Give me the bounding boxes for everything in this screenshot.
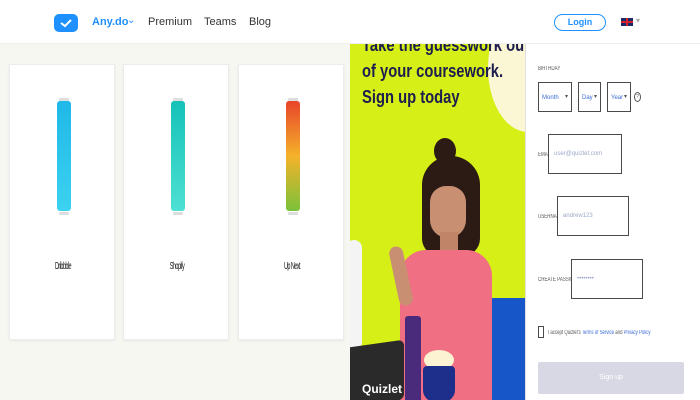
signup-button[interactable]: Sign up	[538, 362, 684, 394]
year-value: Year	[611, 95, 624, 101]
phone-home	[288, 212, 298, 215]
nav-teams[interactable]: Teams	[204, 16, 236, 28]
app-card-shopify[interactable]: Shopify	[123, 64, 229, 340]
app-card-upnext[interactable]: Up Next	[238, 64, 344, 340]
year-select[interactable]: Year ▾	[607, 82, 631, 112]
chevron-down-icon: ▾	[623, 94, 627, 100]
nav-premium[interactable]: Premium	[148, 16, 192, 28]
page: Any.do ⌄ Premium Teams Blog Login ▾ Drib…	[0, 0, 700, 400]
month-select[interactable]: Month ▾	[538, 82, 572, 112]
terms-text: I accept Quizlet's Terms of Service and …	[548, 330, 651, 336]
phone-home	[59, 212, 69, 215]
app-name: Dribbble	[54, 261, 72, 272]
app-name: Shopify	[169, 261, 185, 272]
phone-screenshot-icon	[286, 101, 300, 211]
app-card-dribbble[interactable]: Dribbble	[9, 64, 115, 340]
phone-screenshot-icon	[171, 101, 185, 211]
chevron-down-icon: ▾	[593, 94, 597, 100]
brand-menu[interactable]: Any.do	[92, 16, 128, 28]
username-field[interactable]: andrew123	[557, 196, 629, 236]
wall-clock-shape	[488, 44, 525, 132]
birthday-label: BIRTHDAY	[538, 66, 561, 72]
promo-line-2: of your coursework.	[362, 61, 504, 81]
logo-check-icon[interactable]	[54, 14, 78, 32]
background-shape	[350, 240, 362, 350]
uk-flag-icon[interactable]	[621, 18, 633, 26]
top-nav: Any.do ⌄ Premium Teams Blog Login ▾	[0, 0, 700, 44]
login-button[interactable]: Login	[554, 14, 606, 31]
app-name: Up Next	[283, 261, 301, 272]
month-value: Month	[542, 95, 559, 101]
day-select[interactable]: Day ▾	[578, 82, 601, 112]
nav-blog[interactable]: Blog	[249, 16, 271, 28]
email-field[interactable]: user@quizlet.com	[548, 134, 622, 174]
help-icon[interactable]: ?	[634, 92, 641, 102]
promo-brand: Quizlet	[362, 382, 403, 396]
person-face	[430, 186, 466, 238]
terms-and: and	[615, 330, 623, 336]
terms-checkbox[interactable]	[538, 326, 544, 338]
bowl-shape	[423, 366, 455, 400]
promo-banner: Take the guesswork out of your coursewor…	[350, 44, 525, 400]
terms-link[interactable]: Terms of Service	[582, 330, 614, 336]
promo-headline: Take the guesswork out of your coursewor…	[362, 44, 525, 110]
signup-form: BIRTHDAY Month ▾ Day ▾ Year ▾ ? EMAIL us…	[525, 44, 700, 400]
day-value: Day	[582, 95, 593, 101]
cup-shape	[405, 316, 421, 400]
chevron-down-icon[interactable]: ⌄	[127, 15, 135, 26]
password-field[interactable]: ••••••••	[571, 259, 643, 299]
language-caret-icon[interactable]: ▾	[636, 16, 640, 25]
phone-home	[173, 212, 183, 215]
privacy-link[interactable]: Privacy Policy	[624, 330, 651, 336]
promo-line-3: Sign up today	[362, 87, 460, 107]
terms-prefix: I accept Quizlet's	[548, 330, 581, 336]
chevron-down-icon: ▾	[564, 94, 568, 100]
promo-line-1: Take the guesswork out	[362, 44, 525, 55]
phone-screenshot-icon	[57, 101, 71, 211]
